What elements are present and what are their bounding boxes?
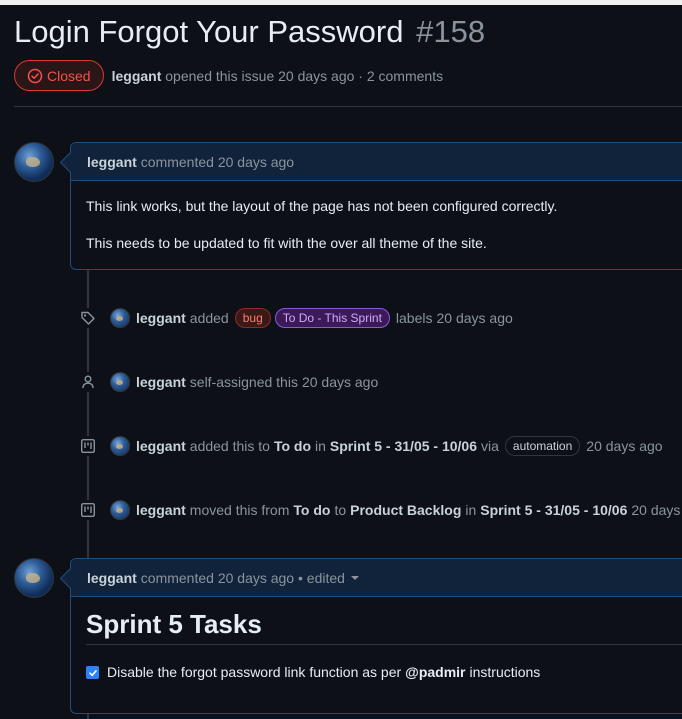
event-user[interactable]: leggant (136, 374, 186, 390)
tag-icon (78, 308, 98, 328)
event-user[interactable]: leggant (136, 438, 186, 454)
project-link[interactable]: Sprint 5 - 31/05 - 10/06 (480, 502, 627, 518)
issue-state-row: Closed leggant opened this issue 20 days… (14, 60, 443, 91)
project-column: To do (273, 438, 312, 454)
comment-2-author[interactable]: leggant (87, 570, 137, 586)
avatar[interactable] (110, 436, 130, 456)
avatar[interactable] (110, 372, 130, 392)
task-checkbox[interactable] (86, 666, 99, 679)
issue-author-link[interactable]: leggant (112, 68, 162, 84)
comment-1-meta[interactable]: commented 20 days ago (141, 154, 294, 170)
issue-number: #158 (416, 14, 486, 49)
event-user[interactable]: leggant (136, 502, 186, 518)
event-time[interactable]: 20 days ago (437, 310, 513, 326)
check-icon (88, 669, 97, 676)
comment-1-paragraph: This link works, but the layout of the p… (86, 198, 558, 214)
timeline-event-project-moved: leggant moved this from To do to Product… (78, 498, 682, 522)
status-label: Closed (47, 67, 91, 84)
comment-1-header: leggant commented 20 days ago (71, 143, 682, 181)
event-time[interactable]: 20 days ago (586, 438, 662, 454)
label-bug[interactable]: bug (234, 308, 271, 328)
task-list-item: Disable the forgot password link functio… (86, 663, 682, 682)
comment-2-heading: Sprint 5 Tasks (86, 611, 682, 645)
project-icon (78, 500, 98, 520)
comment-1-body: This link works, but the layout of the p… (71, 181, 682, 269)
avatar[interactable] (14, 558, 54, 598)
person-icon (78, 372, 98, 392)
comment-1-author[interactable]: leggant (87, 154, 137, 170)
issue-meta: leggant opened this issue 20 days ago · … (112, 68, 444, 84)
timeline-line-bottom (87, 714, 89, 719)
project-link[interactable]: Sprint 5 - 31/05 - 10/06 (330, 438, 477, 454)
mention-link[interactable]: @padmir (405, 663, 465, 682)
event-via: via (481, 438, 499, 454)
task-text: Disable the forgot password link functio… (107, 664, 402, 680)
project-to-column: Product Backlog (350, 502, 462, 518)
project-from-column: To do (293, 502, 331, 518)
timeline-event-project-added: leggant added this to To do in Sprint 5 … (78, 434, 667, 458)
issue-title: Login Forgot Your Password #158 (14, 14, 485, 50)
closed-circle-icon (27, 68, 43, 83)
event-in: in (315, 438, 326, 454)
issue-title-text: Login Forgot Your Password (14, 14, 404, 49)
avatar[interactable] (14, 142, 54, 182)
event-time[interactable]: 20 days ago (302, 374, 378, 390)
project-icon (78, 436, 98, 456)
header-divider (14, 106, 682, 107)
event-action: added (189, 310, 229, 326)
comment-2-meta[interactable]: commented 20 days ago • edited (141, 570, 345, 586)
task-text-suffix: instructions (469, 664, 541, 680)
issue-opened-text: opened this issue 20 days ago · 2 commen… (165, 67, 444, 84)
timeline-event-labels: leggant added bug To Do - This Sprint la… (78, 306, 513, 330)
automation-label[interactable]: automation (504, 436, 581, 456)
event-action: self-assigned this (189, 374, 298, 390)
avatar[interactable] (110, 500, 130, 520)
label-todo-this-sprint[interactable]: To Do - This Sprint (274, 308, 390, 328)
event-to: to (334, 502, 347, 518)
top-strip (0, 0, 682, 5)
event-user[interactable]: leggant (136, 310, 186, 326)
event-time[interactable]: 20 days ago (631, 502, 682, 518)
event-action: moved this from (189, 502, 290, 518)
event-in: in (465, 502, 477, 518)
comment-1-paragraph: This needs to be updated to fit with the… (86, 235, 487, 251)
timeline-event-assigned: leggant self-assigned this 20 days ago (78, 370, 378, 394)
comment-2: leggant commented 20 days ago • edited S… (70, 558, 682, 714)
comment-1: leggant commented 20 days ago This link … (70, 142, 682, 270)
comment-2-body: Sprint 5 Tasks Disable the forgot passwo… (71, 597, 682, 698)
comment-2-header: leggant commented 20 days ago • edited (71, 559, 682, 597)
status-badge: Closed (14, 60, 104, 91)
avatar[interactable] (110, 308, 130, 328)
event-action: added this to (189, 438, 270, 454)
edit-history-caret-icon[interactable] (350, 575, 359, 580)
event-suffix: labels (395, 310, 433, 326)
